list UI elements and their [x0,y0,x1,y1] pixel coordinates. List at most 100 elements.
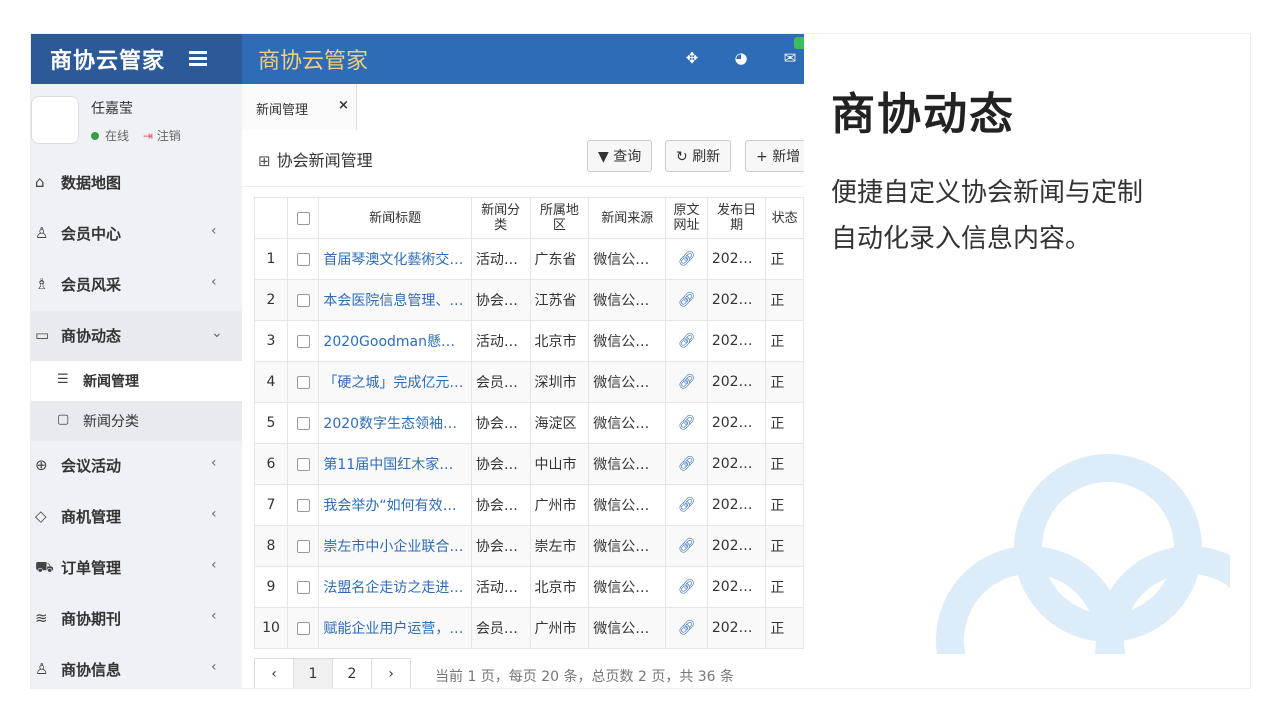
checkbox[interactable] [296,252,310,266]
page-button-1[interactable]: 1 [293,658,333,688]
row-checkbox[interactable] [286,525,320,567]
header-url[interactable]: 原文网址 [665,197,708,239]
sidebar-item-news[interactable]: ▭ 商协动态 ⌄ [31,311,242,361]
checkbox[interactable] [296,457,310,471]
news-url-link[interactable]: 🔗︎ [665,279,708,321]
news-url-link[interactable]: 🔗︎ [665,566,708,608]
sidebar-item-meetings[interactable]: ⊕ 会议活动 ‹ [31,441,242,491]
news-title-link[interactable]: 法盟名企走访之走进… [318,566,472,608]
expand-icon[interactable]: ✥ [683,49,701,67]
news-title-link[interactable]: 首届琴澳文化藝術交… [318,238,472,280]
news-url-link[interactable]: 🔗︎ [665,320,708,362]
table-row[interactable]: 7 我会举办“如何有效… 协会… 广州市 微信公… 🔗︎ 202… 正 [254,484,804,526]
header-category[interactable]: 新闻分类 [470,197,531,239]
table-row[interactable]: 1 首届琴澳文化藝術交… 活动… 广东省 微信公… 🔗︎ 202… 正 [254,238,804,280]
logout-link[interactable]: 注销 [157,129,181,143]
news-title-link[interactable]: 2020数字生态领袖… [318,402,472,444]
table-row[interactable]: 5 2020数字生态领袖… 协会… 海淀区 微信公… 🔗︎ 202… 正 [254,402,804,444]
row-checkbox[interactable] [286,320,320,362]
close-icon[interactable]: × [338,98,349,113]
checkbox[interactable] [296,580,310,594]
header-title[interactable]: 新闻标题 [318,197,472,239]
sidebar-item-business[interactable]: ◇ 商机管理 ‹ [31,492,242,542]
hamburger-menu-icon[interactable] [189,48,207,70]
header-source[interactable]: 新闻来源 [588,197,667,239]
news-url-link[interactable]: 🔗︎ [665,607,708,649]
link-icon[interactable]: 🔗︎ [678,292,696,308]
row-checkbox[interactable] [286,607,320,649]
checkbox[interactable] [296,621,310,635]
news-title-link[interactable]: 第11届中国红木家… [318,443,472,485]
table-row[interactable]: 2 本会医院信息管理、… 协会… 江苏省 微信公… 🔗︎ 202… 正 [254,279,804,321]
refresh-button[interactable]: ↻ 刷新 [665,140,732,172]
sidebar-item-info[interactable]: ♙ 商协信息 ‹ [31,645,242,688]
next-page-button[interactable]: › [371,658,411,688]
row-checkbox[interactable] [286,238,320,280]
news-url-link[interactable]: 🔗︎ [665,525,708,567]
checkbox[interactable] [296,293,310,307]
prev-page-button[interactable]: ‹ [254,658,294,688]
news-url-link[interactable]: 🔗︎ [665,443,708,485]
logout-icon[interactable]: ⇥ [143,129,153,143]
news-title-link[interactable]: 崇左市中小企业联合… [318,525,472,567]
avatar[interactable] [31,96,79,144]
chevron-down-icon: ⌄ [211,325,223,341]
cart-icon: ⛟ [35,558,54,576]
table-row[interactable]: 8 崇左市中小企业联合… 协会… 崇左市 微信公… 🔗︎ 202… 正 [254,525,804,567]
row-checkbox[interactable] [286,484,320,526]
query-button[interactable]: ▼ 查询 [587,140,653,172]
header-status[interactable]: 状态 [765,197,804,239]
news-title-link[interactable]: 赋能企业用户运营，… [318,607,472,649]
sidebar-item-member-style[interactable]: ♗ 会员风采 ‹ [31,260,242,310]
checkbox[interactable] [296,416,310,430]
news-url-link[interactable]: 🔗︎ [665,484,708,526]
news-url-link[interactable]: 🔗︎ [665,402,708,444]
link-icon[interactable]: 🔗︎ [678,456,696,472]
table-row[interactable]: 10 赋能企业用户运营，… 会员… 广州市 微信公… 🔗︎ 202… 正 [254,607,804,649]
header-region[interactable]: 所属地区 [529,197,590,239]
table-row[interactable]: 9 法盟名企走访之走进… 活动… 北京市 微信公… 🔗︎ 202… 正 [254,566,804,608]
checkbox[interactable] [296,498,310,512]
link-icon[interactable]: 🔗︎ [678,333,696,349]
link-icon[interactable]: 🔗︎ [678,374,696,390]
dashboard-icon[interactable]: ◕ [732,49,750,67]
row-checkbox[interactable] [286,402,320,444]
table-row[interactable]: 3 2020Goodman懸… 活动… 北京市 微信公… 🔗︎ 202… 正 [254,320,804,362]
row-checkbox[interactable] [286,443,320,485]
row-checkbox[interactable] [286,279,320,321]
sidebar-item-orders[interactable]: ⛟ 订单管理 ‹ [31,543,242,593]
sidebar-subitem-news-management[interactable]: ☰ 新闻管理 [31,361,242,401]
link-icon[interactable]: 🔗︎ [678,620,696,636]
checkbox[interactable] [296,375,310,389]
link-icon[interactable]: 🔗︎ [678,415,696,431]
row-checkbox[interactable] [286,566,320,608]
header-date[interactable]: 发布日期 [706,197,767,239]
select-all-checkbox[interactable] [296,211,310,225]
add-button[interactable]: + 新增 [745,140,804,172]
news-title-link[interactable]: 2020Goodman懸… [318,320,472,362]
main-content: 新闻管理 × ⊞ 协会新闻管理 ▼ 查询 ↻ 刷新 + 新增 新闻标题 新闻分类… [242,84,804,688]
row-checkbox[interactable] [286,361,320,403]
sidebar-subitem-news-category[interactable]: ▢ 新闻分类 [31,401,242,441]
news-title-link[interactable]: 我会举办“如何有效… [318,484,472,526]
mail-icon[interactable]: ✉ [781,49,799,67]
link-icon[interactable]: 🔗︎ [678,251,696,267]
tab-news-management[interactable]: 新闻管理 × [242,84,357,130]
table-row[interactable]: 4 「硬之城」完成亿元… 会员… 深圳市 微信公… 🔗︎ 202… 正 [254,361,804,403]
sidebar-item-data-map[interactable]: ⌂ 数据地图 [31,158,242,208]
sidebar-item-label: 会员风采 [61,276,122,294]
table-row[interactable]: 6 第11届中国红木家… 协会… 中山市 微信公… 🔗︎ 202… 正 [254,443,804,485]
header-checkbox[interactable] [286,197,320,239]
link-icon[interactable]: 🔗︎ [678,579,696,595]
link-icon[interactable]: 🔗︎ [678,497,696,513]
checkbox[interactable] [296,334,310,348]
news-url-link[interactable]: 🔗︎ [665,361,708,403]
news-title-link[interactable]: 本会医院信息管理、… [318,279,472,321]
news-title-link[interactable]: 「硬之城」完成亿元… [318,361,472,403]
checkbox[interactable] [296,539,310,553]
page-button-2[interactable]: 2 [332,658,372,688]
news-url-link[interactable]: 🔗︎ [665,238,708,280]
sidebar-item-member-center[interactable]: ♙ 会员中心 ‹ [31,209,242,259]
sidebar-item-journal[interactable]: ≋ 商协期刊 ‹ [31,594,242,644]
link-icon[interactable]: 🔗︎ [678,538,696,554]
